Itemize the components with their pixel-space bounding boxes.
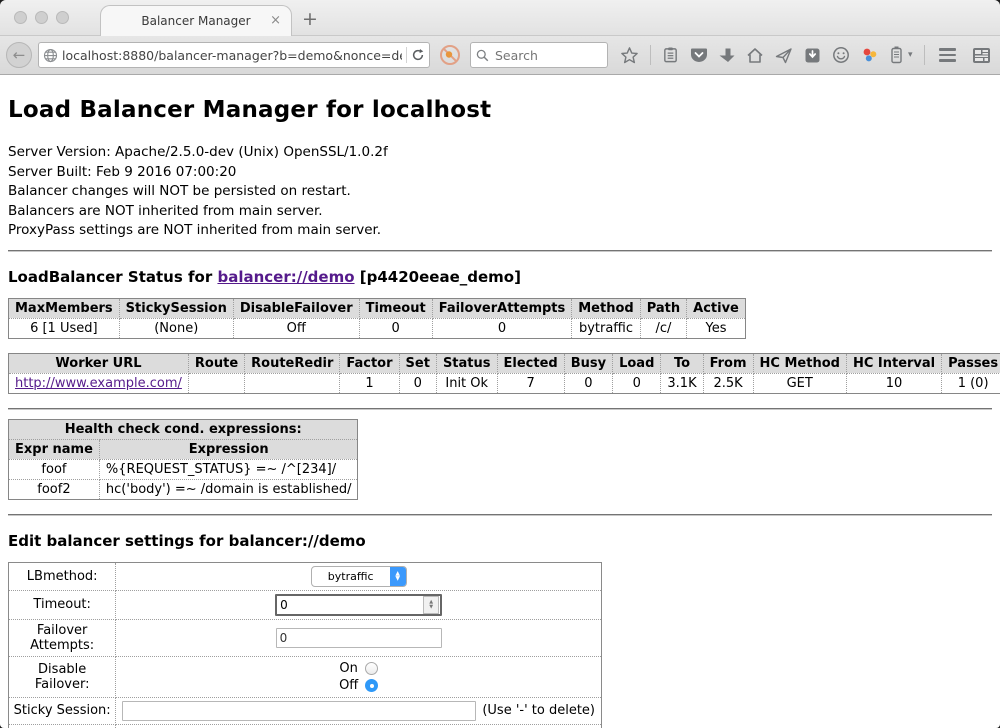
home-icon[interactable] bbox=[746, 47, 764, 64]
back-button[interactable]: ← bbox=[6, 42, 32, 68]
timeout-input[interactable] bbox=[277, 598, 423, 612]
navigation-toolbar: ← localhost:8880/balancer-manager?b=demo… bbox=[0, 36, 1000, 75]
timeout-label: Timeout: bbox=[9, 590, 116, 619]
server-info: Server Version: Apache/2.5.0-dev (Unix) … bbox=[8, 143, 992, 241]
url-text[interactable]: localhost:8880/balancer-manager?b=demo&n… bbox=[62, 48, 402, 63]
server-version-line: Server Version: Apache/2.5.0-dev (Unix) … bbox=[8, 143, 992, 163]
disable-failover-label: Disable Failover: bbox=[9, 656, 116, 697]
reading-list-icon[interactable] bbox=[662, 46, 679, 64]
search-bar[interactable] bbox=[470, 42, 608, 68]
sticky-session-label: Sticky Session: bbox=[9, 697, 116, 724]
divider bbox=[8, 250, 992, 252]
extension-colored-dots-icon[interactable] bbox=[861, 46, 879, 64]
table-row: foof %{REQUEST_STATUS} =~ /^[234]/ bbox=[9, 459, 358, 479]
table-row: foof2 hc('body') =~ /domain is establish… bbox=[9, 479, 358, 499]
table-row: 6 [1 Used] (None) Off 0 0 bytraffic /c/ … bbox=[9, 318, 746, 338]
failover-on-radio[interactable] bbox=[365, 662, 378, 675]
bookmark-star-icon[interactable] bbox=[620, 46, 639, 65]
lbmethod-select[interactable]: bytraffic ▲▼ bbox=[311, 566, 407, 587]
tab-strip: Balancer Manager × + bbox=[0, 0, 1000, 36]
edit-balancer-form: LBmethod: bytraffic ▲▼ Timeout: ▲▼ bbox=[8, 562, 602, 728]
tab-close-icon[interactable]: × bbox=[270, 13, 281, 28]
globe-icon bbox=[43, 48, 58, 63]
failover-attempts-row: Failover Attempts: bbox=[9, 619, 602, 656]
health-check-table: Health check cond. expressions: Expr nam… bbox=[8, 419, 358, 500]
server-built-line: Server Built: Feb 9 2016 07:00:20 bbox=[8, 163, 992, 183]
menu-icon[interactable] bbox=[939, 48, 956, 62]
zoom-window-button[interactable] bbox=[56, 11, 69, 24]
save-page-icon[interactable] bbox=[804, 47, 821, 64]
close-window-button[interactable] bbox=[14, 11, 27, 24]
radio-on-label: On bbox=[339, 660, 357, 677]
health-table-title: Health check cond. expressions: bbox=[9, 419, 358, 439]
toolbar-icons: ▾ bbox=[620, 45, 925, 65]
add-worker-label: Add New Worker: bbox=[9, 724, 116, 728]
table-header-row: Worker URL Route RouteRedir Factor Set S… bbox=[9, 353, 1000, 373]
failover-off-radio[interactable] bbox=[365, 679, 378, 692]
new-tab-button[interactable]: + bbox=[302, 8, 318, 30]
search-input[interactable] bbox=[493, 47, 602, 64]
table-row: http://www.example.com/ 1 0 Init Ok 7 0 … bbox=[9, 373, 1000, 393]
balancer-demo-link[interactable]: balancer://demo bbox=[217, 268, 354, 286]
lbmethod-label: LBmethod: bbox=[9, 562, 116, 590]
battery-status-icon[interactable] bbox=[890, 46, 903, 64]
search-icon bbox=[476, 49, 489, 62]
url-bar[interactable]: localhost:8880/balancer-manager?b=demo&n… bbox=[38, 42, 430, 68]
content-blocked-icon[interactable] bbox=[439, 44, 461, 66]
sticky-session-row: Sticky Session: (Use '-' to delete) bbox=[9, 697, 602, 724]
disable-failover-row: Disable Failover: On Off bbox=[9, 656, 602, 697]
divider bbox=[8, 408, 992, 410]
send-tab-icon[interactable] bbox=[775, 47, 793, 64]
balancer-status-table: MaxMembers StickySession DisableFailover… bbox=[8, 298, 746, 339]
lbmethod-row: LBmethod: bytraffic ▲▼ bbox=[9, 562, 602, 590]
divider bbox=[8, 514, 992, 516]
page-content: Load Balancer Manager for localhost Serv… bbox=[0, 75, 1000, 728]
number-stepper-icon[interactable]: ▲▼ bbox=[423, 596, 439, 614]
reload-icon[interactable] bbox=[411, 48, 425, 62]
page-title: Load Balancer Manager for localhost bbox=[8, 97, 992, 123]
select-stepper-icon: ▲▼ bbox=[390, 567, 406, 586]
sticky-session-input[interactable] bbox=[122, 701, 476, 721]
pocket-icon[interactable] bbox=[690, 47, 708, 64]
worker-url-link[interactable]: http://www.example.com/ bbox=[15, 376, 182, 391]
table-header-row: Expr name Expression bbox=[9, 439, 358, 459]
browser-tab[interactable]: Balancer Manager × bbox=[100, 5, 292, 36]
downloads-icon[interactable] bbox=[719, 47, 735, 64]
failover-attempts-label: Failover Attempts: bbox=[9, 619, 116, 656]
tab-title: Balancer Manager bbox=[141, 14, 250, 28]
failover-attempts-input[interactable] bbox=[276, 628, 442, 648]
minimize-window-button[interactable] bbox=[35, 11, 48, 24]
persist-note-line: Balancer changes will NOT be persisted o… bbox=[8, 182, 992, 202]
edit-settings-heading: Edit balancer settings for balancer://de… bbox=[8, 532, 992, 550]
worker-table: Worker URL Route RouteRedir Factor Set S… bbox=[8, 353, 1000, 394]
apps-grid-icon[interactable] bbox=[972, 47, 991, 64]
table-header-row: MaxMembers StickySession DisableFailover… bbox=[9, 298, 746, 318]
sticky-hint: (Use '-' to delete) bbox=[482, 703, 595, 718]
chevron-down-icon[interactable]: ▾ bbox=[908, 50, 913, 60]
window-controls bbox=[14, 11, 69, 24]
add-worker-row: Add New Worker: Are you sure? bbox=[9, 724, 602, 728]
browser-window: Balancer Manager × + ← localhost:8880/ba… bbox=[0, 0, 1000, 728]
balancer-status-heading: LoadBalancer Status for balancer://demo … bbox=[8, 268, 992, 286]
inherit-note-line: Balancers are NOT inherited from main se… bbox=[8, 202, 992, 222]
feedback-smiley-icon[interactable] bbox=[832, 46, 850, 64]
timeout-input-wrap: ▲▼ bbox=[275, 594, 442, 616]
proxypass-note-line: ProxyPass settings are NOT inherited fro… bbox=[8, 221, 992, 241]
radio-off-label: Off bbox=[339, 677, 358, 694]
timeout-row: Timeout: ▲▼ bbox=[9, 590, 602, 619]
